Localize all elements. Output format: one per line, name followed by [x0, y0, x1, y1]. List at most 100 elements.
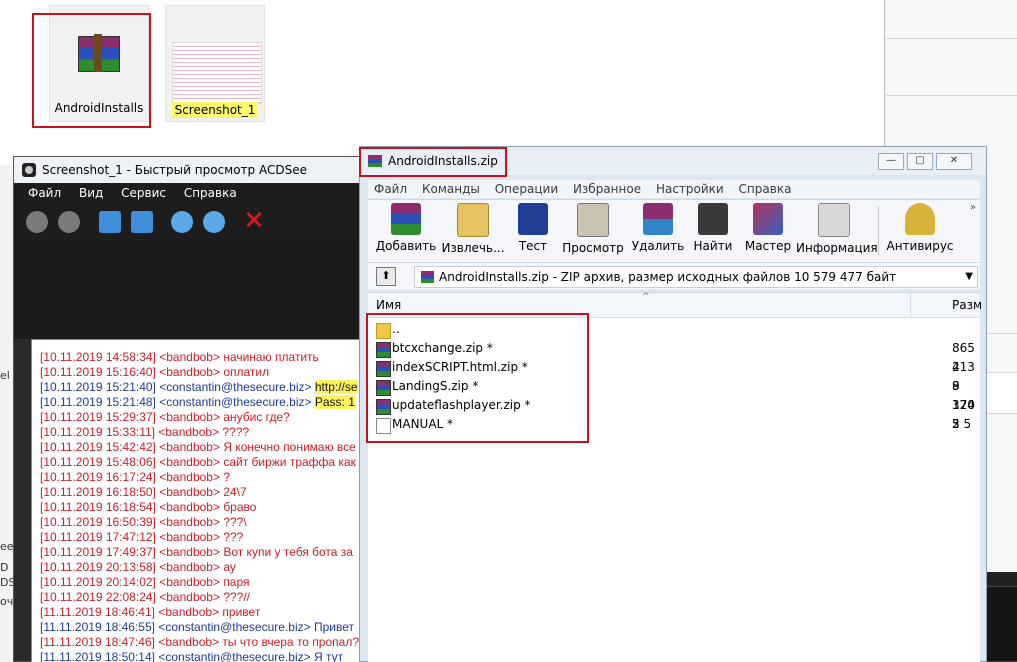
extract-button[interactable]: Извлечь... [438, 203, 508, 255]
chat-text: ? [223, 470, 230, 484]
acdsee-title: Screenshot_1 - Быстрый просмотр ACDSee [42, 163, 307, 177]
menu-view[interactable]: Вид [79, 186, 103, 200]
edge-text: оч [0, 595, 14, 608]
file-list: Имя ^ Разм .. btcxchange.zip * 865 4 indexS… [368, 292, 982, 662]
chat-user: <constantin@thesecure.biz> [158, 650, 311, 662]
chat-time: [10.11.2019 20:14:02] [40, 575, 156, 589]
delete-button[interactable]: Удалить [628, 203, 688, 253]
edge-text: el [0, 369, 10, 382]
chat-line: [10.11.2019 17:47:12] <bandbob> ??? [40, 530, 243, 545]
chat-user: <bandbob> [159, 350, 220, 364]
chat-time: [10.11.2019 16:18:50] [40, 485, 156, 499]
chat-user: <constantin@thesecure.biz> [159, 380, 312, 394]
chat-text: сайт биржи траффа как [223, 455, 356, 469]
forward-icon[interactable] [58, 211, 80, 233]
menu-commands[interactable]: Команды [422, 182, 480, 196]
menu-tools[interactable]: Сервис [121, 186, 166, 200]
chat-line: [10.11.2019 20:13:58] <bandbob> ау [40, 560, 236, 575]
chat-user: <bandbob> [159, 560, 220, 574]
antivirus-icon [905, 203, 935, 235]
find-binoculars-icon [698, 203, 728, 235]
file-row[interactable]: btcxchange.zip * 865 4 [368, 339, 980, 374]
maximize-button[interactable]: ▢ [907, 153, 933, 170]
menu-favorites[interactable]: Избранное [573, 182, 641, 196]
file-row[interactable]: LandingS.zip * 9 324 3 [368, 377, 980, 431]
chat-time: [10.11.2019 15:29:37] [40, 410, 156, 424]
chat-user: <bandbob> [159, 410, 220, 424]
menu-file[interactable]: Файл [374, 182, 407, 196]
menu-help[interactable]: Справка [739, 182, 792, 196]
chat-time: [11.11.2019 18:47:46] [40, 635, 155, 649]
add-button[interactable]: Добавить [374, 203, 438, 253]
chat-line: [10.11.2019 14:58:34] <bandbob> начинаю … [40, 350, 319, 365]
file-row[interactable]: updateflashplayer.zip * 170 2 [368, 396, 980, 431]
acdsee-titlebar[interactable]: Screenshot_1 - Быстрый просмотр ACDSee [14, 157, 374, 183]
chat-user: <bandbob> [158, 425, 220, 439]
menu-help[interactable]: Справка [184, 186, 237, 200]
chat-line: [10.11.2019 22:08:24] <bandbob> ???// [40, 590, 250, 605]
chat-time: [10.11.2019 22:08:24] [40, 590, 156, 604]
dropdown-arrow-icon[interactable]: ▼ [965, 267, 973, 287]
menu-file[interactable]: Файл [28, 186, 61, 200]
chat-line: [10.11.2019 15:48:06] <bandbob> сайт бир… [40, 455, 356, 470]
file-row[interactable]: indexSCRIPT.html.zip * 213 8 [368, 358, 980, 393]
back-icon[interactable] [26, 211, 48, 233]
zoom-out-icon[interactable] [203, 211, 225, 233]
winrar-titlebar[interactable]: AndroidInstalls.zip — ▢ ✕ [360, 147, 986, 175]
file-name: indexSCRIPT.html.zip * [392, 360, 528, 374]
path-bar: ⬆ AndroidInstalls.zip - ZIP архив, разме… [368, 263, 980, 289]
chat-time: [10.11.2019 17:49:37] [40, 545, 156, 559]
file-icon [376, 418, 391, 434]
test-button[interactable]: Тест [508, 203, 558, 253]
find-button[interactable]: Найти [688, 203, 738, 253]
file-row[interactable]: .. [368, 320, 980, 339]
acdsee-menubar: Файл Вид Сервис Справка [14, 183, 374, 203]
chat-text: ???// [223, 590, 251, 604]
view-button[interactable]: Просмотр [558, 203, 628, 255]
chat-line: [10.11.2019 17:49:37] <bandbob> Вот купи… [40, 545, 353, 560]
chat-user: <bandbob> [159, 500, 220, 514]
winrar-window: AndroidInstalls.zip — ▢ ✕ Файл Команды О… [359, 146, 987, 662]
thumb-label: Screenshot_1 [171, 102, 259, 118]
chat-line: [11.11.2019 18:47:46] <bandbob> ты что в… [40, 635, 359, 650]
file-size: 5 5 [952, 417, 972, 431]
path-dropdown[interactable]: AndroidInstalls.zip - ZIP архив, размер … [414, 266, 978, 288]
chat-line: [10.11.2019 15:42:42] <bandbob> Я конечн… [40, 440, 356, 455]
chat-time: [10.11.2019 20:13:58] [40, 560, 156, 574]
chat-time: [10.11.2019 14:58:34] [40, 350, 156, 364]
explorer-window: AndroidInstalls Screenshot_1 [0, 0, 885, 165]
archive-icon [376, 342, 391, 358]
delete-icon[interactable]: ✕ [242, 208, 266, 234]
chat-user: <bandbob> [159, 365, 220, 379]
file-name: .. [392, 322, 400, 336]
column-header-name[interactable]: Имя ^ [368, 292, 911, 317]
menu-operations[interactable]: Операции [495, 182, 558, 196]
chat-time: [10.11.2019 15:16:40] [40, 365, 156, 379]
chat-user: <bandbob> [159, 485, 220, 499]
zoom-in-icon[interactable] [171, 211, 193, 233]
image-preview-icon [172, 42, 262, 104]
minimize-button[interactable]: — [878, 153, 904, 170]
file-thumb-androidinstalls[interactable]: AndroidInstalls [49, 5, 149, 122]
acdsee-window: Screenshot_1 - Быстрый просмотр ACDSee Ф… [13, 156, 375, 662]
thumb-label: AndroidInstalls [54, 101, 144, 115]
up-folder-button[interactable]: ⬆ [376, 267, 396, 286]
wizard-button[interactable]: Мастер [740, 203, 796, 253]
file-row[interactable]: MANUAL * 5 5 [368, 415, 980, 434]
file-thumb-screenshot[interactable]: Screenshot_1 [165, 5, 265, 122]
info-button[interactable]: Информация [796, 203, 878, 255]
column-header-size[interactable]: Разм [952, 293, 982, 317]
chat-time: [10.11.2019 15:21:48] [40, 395, 156, 409]
chat-user: <bandbob> [159, 530, 220, 544]
close-button[interactable]: ✕ [936, 153, 972, 170]
antivirus-button[interactable]: Антивирус [884, 203, 956, 253]
chat-line: [11.11.2019 18:46:41] <bandbob> привет [40, 605, 260, 620]
toolbar-overflow-icon[interactable]: » [970, 202, 976, 213]
chat-user: <bandbob> [158, 635, 220, 649]
chat-time: [11.11.2019 18:50:14] [40, 650, 155, 662]
rotate-left-icon[interactable] [99, 211, 121, 233]
chat-text: ау [223, 560, 236, 574]
menu-settings[interactable]: Настройки [656, 182, 724, 196]
rotate-right-icon[interactable] [131, 211, 153, 233]
archive-icon [376, 361, 391, 377]
